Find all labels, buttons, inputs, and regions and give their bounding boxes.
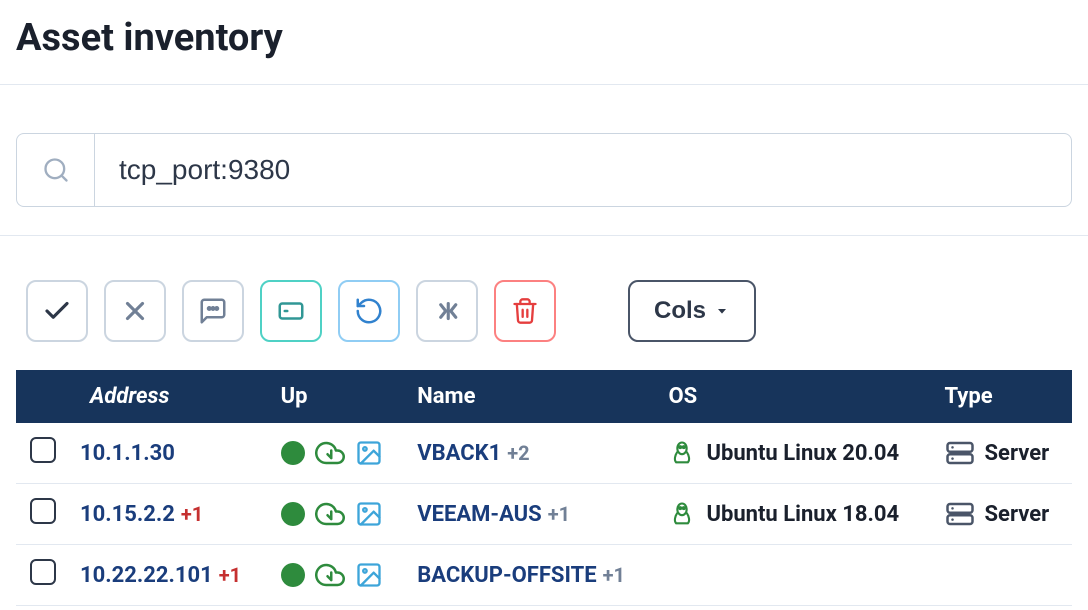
tag-icon	[276, 296, 306, 326]
cloud-icon	[315, 499, 345, 529]
row-checkbox[interactable]	[30, 437, 56, 463]
cancel-button[interactable]	[104, 280, 166, 342]
image-icon	[355, 439, 383, 467]
os-text: Ubuntu Linux 20.04	[706, 441, 899, 466]
confirm-button[interactable]	[26, 280, 88, 342]
name-extra-badge: +1	[603, 563, 625, 587]
search-row	[16, 133, 1072, 207]
linux-icon	[668, 439, 696, 467]
column-header-up[interactable]: Up	[269, 370, 406, 423]
address-link[interactable]: 10.1.1.30	[80, 441, 175, 466]
column-header-type[interactable]: Type	[933, 370, 1072, 423]
status-cell	[281, 499, 394, 529]
os-text: Ubuntu Linux 18.04	[706, 502, 899, 527]
name-extra-badge: +2	[507, 441, 529, 465]
check-icon	[42, 296, 72, 326]
type-cell: Server	[945, 499, 1060, 529]
status-cell	[281, 560, 394, 590]
type-text: Server	[985, 441, 1050, 466]
status-cell	[281, 438, 394, 468]
merge-icon	[432, 296, 462, 326]
status-dot-icon	[281, 563, 305, 587]
status-dot-icon	[281, 441, 305, 465]
type-cell: Server	[945, 438, 1060, 468]
table-row: 10.22.22.101+1BACKUP-OFFSITE+1	[16, 545, 1072, 606]
column-header-name[interactable]: Name	[405, 370, 656, 423]
search-icon-button[interactable]	[16, 133, 94, 207]
table-row: 10.1.1.30 VBACK1+2 Ubuntu Linux 20.04 Serve…	[16, 423, 1072, 484]
name-link[interactable]: VEEAM-AUS	[417, 502, 541, 527]
address-link[interactable]: 10.15.2.2	[80, 502, 175, 527]
toolbar: Cols	[16, 280, 1072, 342]
address-extra-badge: +1	[181, 502, 203, 526]
column-header-address[interactable]: Address	[68, 370, 269, 423]
server-icon	[945, 499, 975, 529]
trash-icon	[511, 297, 539, 325]
page-title: Asset inventory	[16, 16, 1072, 60]
row-checkbox[interactable]	[30, 559, 56, 585]
os-cell: Ubuntu Linux 20.04	[668, 439, 920, 467]
name-extra-badge: +1	[548, 502, 570, 526]
address-extra-badge: +1	[219, 563, 241, 587]
name-link[interactable]: BACKUP-OFFSITE	[417, 563, 596, 588]
refresh-icon	[354, 296, 384, 326]
column-header-checkbox	[16, 370, 68, 423]
search-input[interactable]	[94, 133, 1072, 207]
server-icon	[945, 438, 975, 468]
columns-label: Cols	[654, 297, 706, 325]
status-dot-icon	[281, 502, 305, 526]
table-row: 10.15.2.2+1VEEAM-AUS+1Ubuntu Linux 18.04…	[16, 484, 1072, 545]
columns-button[interactable]: Cols	[628, 280, 756, 342]
search-icon	[42, 156, 70, 184]
type-text: Server	[985, 502, 1050, 527]
comment-icon	[198, 296, 228, 326]
divider	[0, 235, 1088, 236]
merge-button[interactable]	[416, 280, 478, 342]
row-checkbox[interactable]	[30, 498, 56, 524]
image-icon	[355, 500, 383, 528]
cloud-icon	[315, 560, 345, 590]
asset-table: Address Up Name OS Type 10.1.1.30VBACK1+…	[16, 370, 1072, 606]
os-cell: Ubuntu Linux 18.04	[668, 500, 920, 528]
comment-button[interactable]	[182, 280, 244, 342]
name-link[interactable]: VBACK1	[417, 441, 501, 466]
tag-button[interactable]	[260, 280, 322, 342]
cloud-icon	[315, 438, 345, 468]
column-header-os[interactable]: OS	[656, 370, 932, 423]
address-link[interactable]: 10.22.22.101	[80, 563, 213, 588]
linux-icon	[668, 500, 696, 528]
image-icon	[355, 561, 383, 589]
caret-down-icon	[714, 303, 730, 319]
divider	[0, 84, 1088, 85]
rescan-button[interactable]	[338, 280, 400, 342]
delete-button[interactable]	[494, 280, 556, 342]
x-icon	[120, 296, 150, 326]
